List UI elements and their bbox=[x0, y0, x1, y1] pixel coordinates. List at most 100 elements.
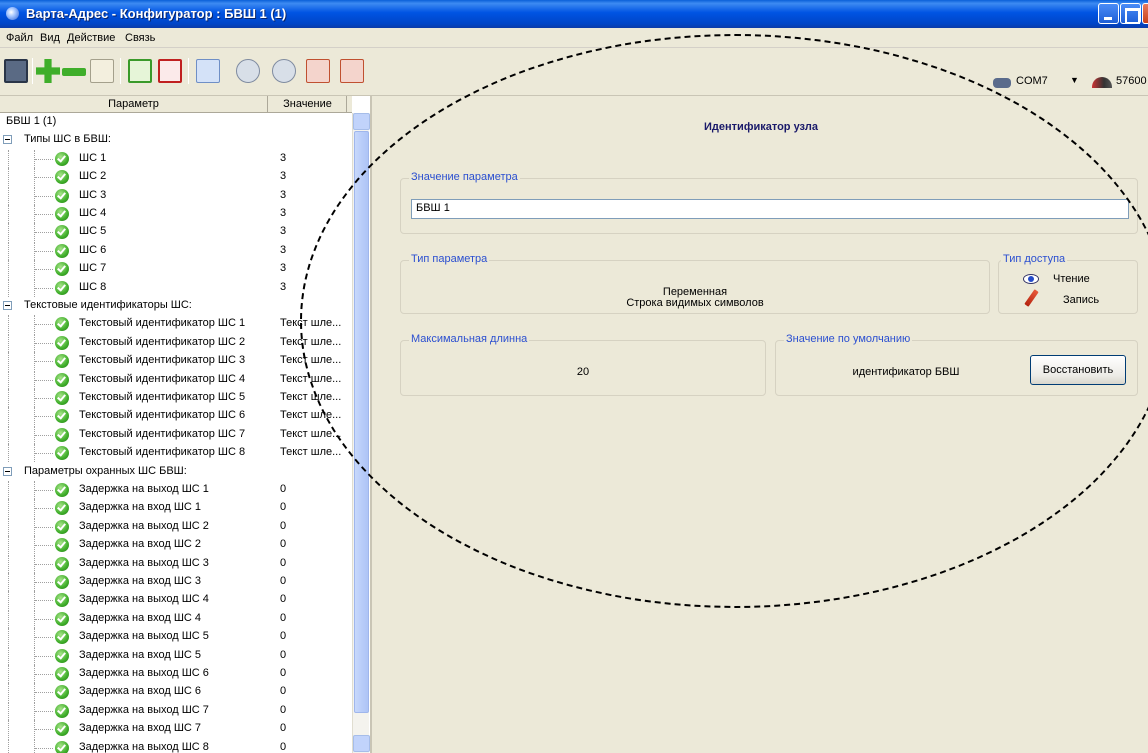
tree-item[interactable]: Текстовый идентификатор ШС 7 Текст шле... bbox=[0, 425, 352, 444]
tree-item-value: Текст шле... bbox=[280, 391, 342, 403]
column-header-value[interactable]: Значение bbox=[269, 96, 347, 113]
tree-item[interactable]: Текстовый идентификатор ШС 8 Текст шле... bbox=[0, 444, 352, 463]
tree-line bbox=[35, 545, 53, 547]
clear-icon[interactable] bbox=[158, 59, 182, 83]
tree-item[interactable]: Задержка на вход ШС 2 0 bbox=[0, 536, 352, 555]
tree-item-value: 3 bbox=[280, 243, 287, 256]
tree-item[interactable]: ШС 5 3 bbox=[0, 223, 352, 242]
tree-line bbox=[35, 287, 53, 289]
scroll-up-button[interactable] bbox=[353, 113, 370, 130]
collapse-icon[interactable] bbox=[3, 466, 12, 476]
tree-line bbox=[35, 674, 53, 675]
tree-item[interactable]: Текстовый идентификатор ШС 2 Текст шле... bbox=[0, 333, 352, 352]
tree-item[interactable]: Задержка на выход ШС 2 0 bbox=[0, 517, 352, 536]
menu-action[interactable]: Действие bbox=[67, 32, 115, 44]
tree-item[interactable]: ШС 4 3 bbox=[0, 205, 352, 223]
tree-line bbox=[8, 720, 9, 739]
tree-item[interactable]: Задержка на выход ШС 3 0 bbox=[0, 554, 352, 573]
tree-item[interactable]: Задержка на выход ШС 6 0 bbox=[0, 665, 352, 683]
type-group: Тип параметра Переменная Строка видимых … bbox=[400, 253, 990, 314]
tree-item[interactable]: ШС 1 3 bbox=[0, 149, 352, 168]
tree-root[interactable]: БВШ 1 (1) bbox=[0, 113, 352, 131]
menu-view[interactable]: Вид bbox=[40, 32, 60, 44]
tree-line bbox=[35, 692, 53, 694]
default-value-text: идентификатор БВШ bbox=[852, 366, 960, 378]
tree-item-label: ШС 4 bbox=[79, 207, 107, 219]
tree-line bbox=[8, 517, 9, 536]
tree-line bbox=[8, 425, 9, 444]
tree-item-value: Текст шле... bbox=[280, 354, 342, 367]
tree-group[interactable]: Текстовые идентификаторы ШС: bbox=[0, 297, 352, 315]
restore-button[interactable]: Восстановить bbox=[1030, 355, 1126, 385]
window-title: Варта-Адрес - Конфигуратор : БВШ 1 (1) bbox=[26, 6, 287, 21]
collapse-icon[interactable] bbox=[3, 301, 12, 310]
check-icon bbox=[55, 243, 69, 258]
tree-item[interactable]: Задержка на выход ШС 8 0 bbox=[0, 738, 352, 753]
tree-item[interactable]: ШС 6 3 bbox=[0, 241, 352, 260]
close-button[interactable] bbox=[1142, 3, 1148, 24]
parameter-tree-panel: Параметр Значение БВШ 1 (1) Типы ШС в БВШ… bbox=[0, 96, 372, 753]
tree-item[interactable]: Текстовый идентификатор ШС 1 Текст шле... bbox=[0, 315, 352, 334]
com-port-select[interactable]: COM7 bbox=[1016, 75, 1048, 87]
scroll-thumb[interactable] bbox=[354, 131, 369, 713]
read-icon[interactable] bbox=[236, 59, 260, 83]
collapse-icon[interactable] bbox=[3, 135, 12, 145]
tree-line bbox=[35, 710, 53, 712]
default-value-group: Значение по умолчанию идентификатор БВШ … bbox=[775, 333, 1138, 396]
tree-icon[interactable] bbox=[196, 59, 220, 83]
tree-line bbox=[35, 398, 53, 399]
tree-item[interactable]: Текстовый идентификатор ШС 6 Текст шле... bbox=[0, 407, 352, 426]
minimize-button[interactable] bbox=[1098, 3, 1119, 24]
tree-item[interactable]: Задержка на выход ШС 5 0 bbox=[0, 628, 352, 647]
tree-item[interactable]: Текстовый идентификатор ШС 5 Текст шле... bbox=[0, 389, 352, 407]
check-icon bbox=[55, 280, 69, 295]
tree-line bbox=[35, 158, 53, 160]
write-all-icon[interactable] bbox=[340, 59, 364, 83]
type-line2: Строка видимых символов bbox=[626, 297, 764, 309]
tree-item[interactable]: ШС 3 3 bbox=[0, 186, 352, 205]
menu-connection[interactable]: Связь bbox=[125, 32, 155, 44]
check-icon bbox=[55, 740, 69, 753]
tree-item[interactable]: Задержка на вход ШС 3 0 bbox=[0, 573, 352, 591]
tree-item[interactable]: ШС 2 3 bbox=[0, 168, 352, 187]
tree-item[interactable]: Текстовый идентификатор ШС 3 Текст шле... bbox=[0, 352, 352, 371]
read-all-icon[interactable] bbox=[272, 59, 296, 83]
column-header-param[interactable]: Параметр bbox=[0, 96, 268, 113]
check-icon bbox=[55, 262, 69, 277]
check-icon bbox=[55, 593, 69, 608]
tree-item[interactable]: Задержка на вход ШС 4 0 bbox=[0, 609, 352, 628]
tree-line bbox=[35, 747, 53, 749]
tree-item[interactable]: Задержка на вход ШС 5 0 bbox=[0, 646, 352, 665]
tree-group[interactable]: Параметры охранных ШС БВШ: bbox=[0, 463, 352, 481]
tree-item[interactable]: ШС 8 3 bbox=[0, 278, 352, 297]
tree-item[interactable]: Задержка на выход ШС 7 0 bbox=[0, 701, 352, 720]
scroll-down-button[interactable] bbox=[353, 735, 370, 752]
tree-item-label: Задержка на выход ШС 6 bbox=[79, 667, 209, 679]
check-icon[interactable] bbox=[128, 59, 152, 83]
tree-item-value: 0 bbox=[280, 611, 287, 624]
write-icon[interactable] bbox=[306, 59, 330, 83]
tree-item[interactable]: ШС 7 3 bbox=[0, 260, 352, 279]
tree-item[interactable]: Задержка на выход ШС 1 0 bbox=[0, 481, 352, 499]
tree-line bbox=[35, 490, 53, 491]
chevron-down-icon[interactable]: ▼ bbox=[1070, 75, 1079, 85]
tree-item[interactable]: Задержка на вход ШС 7 0 bbox=[0, 720, 352, 739]
tree-item[interactable]: Задержка на выход ШС 4 0 bbox=[0, 591, 352, 610]
maximize-button[interactable] bbox=[1120, 3, 1141, 24]
add-icon[interactable] bbox=[36, 59, 60, 83]
tree-item[interactable]: Задержка на вход ШС 1 0 bbox=[0, 499, 352, 518]
tree-group[interactable]: Типы ШС в БВШ: bbox=[0, 131, 352, 149]
list-icon[interactable] bbox=[90, 59, 114, 83]
menu-file[interactable]: Файл bbox=[6, 32, 33, 44]
tree-item[interactable]: Задержка на вход ШС 6 0 bbox=[0, 683, 352, 702]
com-port-icon bbox=[993, 78, 1011, 88]
tree-scrollbar[interactable] bbox=[352, 113, 370, 753]
tree-line bbox=[35, 416, 53, 418]
save-icon[interactable] bbox=[4, 59, 28, 83]
tree-item-value: 0 bbox=[280, 722, 287, 735]
tree-group-label: Текстовые идентификаторы ШС: bbox=[24, 299, 192, 311]
tree-item-label: ШС 8 bbox=[79, 280, 107, 293]
remove-icon[interactable] bbox=[62, 68, 86, 76]
value-input[interactable]: БВШ 1 bbox=[411, 199, 1129, 219]
tree-item[interactable]: Текстовый идентификатор ШС 4 Текст шле... bbox=[0, 370, 352, 389]
